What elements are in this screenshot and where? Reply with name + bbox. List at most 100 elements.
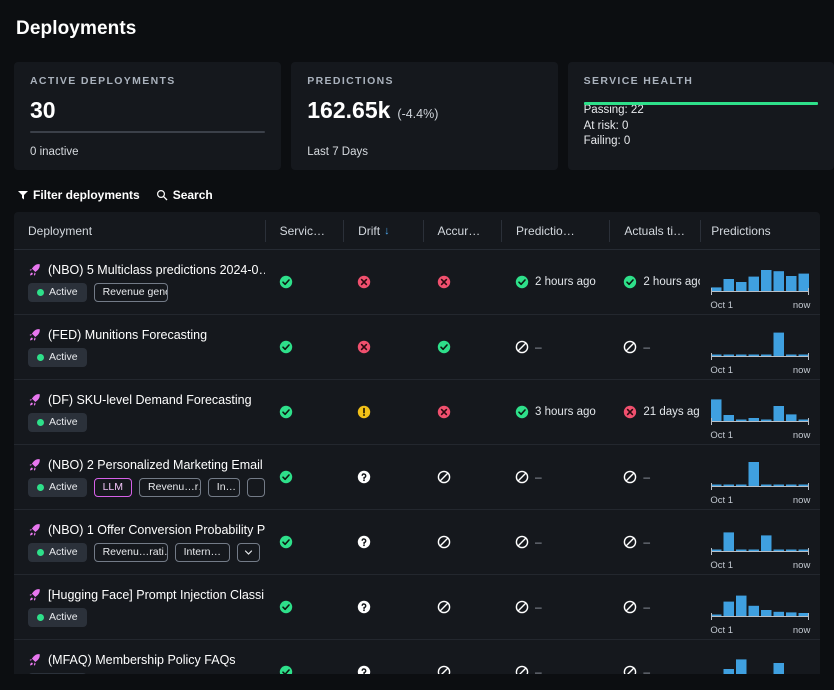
cell-accuracy[interactable] bbox=[423, 380, 501, 444]
cell-accuracy[interactable] bbox=[423, 510, 501, 574]
tag-chip-0[interactable]: Revenu…rati… bbox=[93, 542, 168, 562]
tag-chip-3[interactable] bbox=[246, 477, 265, 497]
sparkline-start-label: Oct 1 bbox=[710, 495, 734, 506]
cell-deployment: [Hugging Face] Prompt Injection Classi… … bbox=[14, 575, 265, 639]
cell-drift[interactable] bbox=[343, 575, 422, 639]
tag-chip-0[interactable]: LLM bbox=[93, 477, 133, 497]
cell-actuals-timestamp: – bbox=[609, 445, 700, 509]
actuals-timestamp: 2 hours ago bbox=[623, 275, 700, 289]
sparkline-end-label: now bbox=[792, 365, 811, 376]
cell-accuracy[interactable] bbox=[423, 640, 501, 674]
cell-deployment: (DF) SKU-level Demand Forecasting Active bbox=[14, 380, 265, 444]
predictions-timestamp: – bbox=[515, 600, 542, 614]
cell-accuracy[interactable] bbox=[423, 445, 501, 509]
rocket-icon bbox=[29, 459, 40, 471]
tag-chip-1[interactable]: Intern… bbox=[174, 542, 230, 562]
cell-service-health[interactable] bbox=[265, 380, 343, 444]
deployment-title[interactable]: (MFAQ) Membership Policy FAQs bbox=[28, 653, 265, 667]
status-chip-active[interactable]: Active bbox=[28, 542, 87, 562]
predictions-sparkline: Oct 1 now bbox=[710, 261, 810, 311]
column-header-accuracy[interactable]: Accur… bbox=[422, 219, 501, 242]
deployment-title[interactable]: (FED) Munitions Forecasting bbox=[28, 328, 265, 342]
sparkline-start-label: Oct 1 bbox=[710, 625, 734, 636]
filter-deployments-button[interactable]: Filter deployments bbox=[18, 188, 140, 202]
deployment-title[interactable]: (DF) SKU-level Demand Forecasting bbox=[28, 393, 265, 407]
cell-drift[interactable] bbox=[343, 250, 422, 314]
deployment-name: (NBO) 5 Multiclass predictions 2024-0… bbox=[48, 262, 265, 277]
tag-chip-0[interactable]: Revenue generation bbox=[93, 282, 168, 302]
column-header-service[interactable]: Servic… bbox=[264, 219, 343, 242]
table-row[interactable]: (DF) SKU-level Demand Forecasting Active… bbox=[14, 380, 820, 445]
cell-service-health[interactable] bbox=[265, 640, 343, 674]
status-chip-active[interactable]: Active bbox=[28, 282, 87, 302]
table-row[interactable]: [Hugging Face] Prompt Injection Classi… … bbox=[14, 575, 820, 640]
status-ok-icon bbox=[279, 535, 292, 549]
cell-service-health[interactable] bbox=[265, 250, 343, 314]
deployment-name: (DF) SKU-level Demand Forecasting bbox=[48, 392, 252, 407]
tag-expand-button[interactable] bbox=[236, 542, 260, 562]
cell-predictions-timestamp: – bbox=[501, 575, 609, 639]
cell-predictions-sparkline: Oct 1 now bbox=[700, 575, 820, 639]
drift-status bbox=[357, 340, 371, 354]
sort-descending-icon: ↓ bbox=[384, 224, 390, 237]
sparkline-svg bbox=[711, 462, 810, 490]
table-row[interactable]: (NBO) 2 Personalized Marketing Email … A… bbox=[14, 445, 820, 510]
table-row[interactable]: (NBO) 1 Offer Conversion Probability Pr…… bbox=[14, 510, 820, 575]
deployment-title[interactable]: [Hugging Face] Prompt Injection Classi… bbox=[28, 588, 265, 602]
cell-drift[interactable] bbox=[343, 380, 422, 444]
tag-chip-label: In… bbox=[216, 481, 237, 493]
cell-service-health[interactable] bbox=[265, 445, 343, 509]
status-chip-active[interactable]: Active bbox=[28, 477, 87, 497]
status-chip-label: Active bbox=[49, 611, 78, 623]
cell-service-health[interactable] bbox=[265, 510, 343, 574]
deployment-title[interactable]: (NBO) 2 Personalized Marketing Email … bbox=[28, 458, 265, 472]
status-chip-active[interactable]: Active bbox=[28, 347, 87, 367]
sparkline-svg bbox=[723, 659, 785, 674]
deployment-title[interactable]: (NBO) 1 Offer Conversion Probability Pr… bbox=[28, 523, 265, 537]
column-header-predictions[interactable]: Predictions bbox=[700, 219, 820, 242]
table-row[interactable]: (FED) Munitions Forecasting Active – – O… bbox=[14, 315, 820, 380]
deployment-chips: Active bbox=[28, 672, 265, 674]
status-chip-label: Active bbox=[49, 481, 78, 493]
rocket-icon bbox=[29, 589, 40, 601]
drift-status bbox=[357, 470, 371, 484]
deployment-name: [Hugging Face] Prompt Injection Classi… bbox=[48, 587, 265, 602]
cell-actuals-timestamp: 2 hours ago bbox=[609, 250, 700, 314]
table-header-row: Deployment Servic… Drift ↓ Accur… Predictio… A… bbox=[14, 212, 820, 250]
cell-service-health[interactable] bbox=[265, 575, 343, 639]
table-row[interactable]: (NBO) 5 Multiclass predictions 2024-0… A… bbox=[14, 250, 820, 315]
tag-chip-2[interactable]: In… bbox=[207, 477, 240, 497]
cell-accuracy[interactable] bbox=[423, 315, 501, 379]
deployment-name: (NBO) 2 Personalized Marketing Email … bbox=[48, 457, 265, 472]
deployment-title[interactable]: (NBO) 5 Multiclass predictions 2024-0… bbox=[28, 263, 265, 277]
column-header-label: Drift bbox=[358, 223, 381, 238]
table-row[interactable]: (MFAQ) Membership Policy FAQs Active – – bbox=[14, 640, 820, 674]
deployment-info: (NBO) 2 Personalized Marketing Email … A… bbox=[28, 458, 265, 497]
search-button[interactable]: Search bbox=[156, 188, 213, 202]
status-chip-active[interactable]: Active bbox=[28, 412, 87, 432]
cell-drift[interactable] bbox=[343, 445, 422, 509]
column-header-drift[interactable]: Drift ↓ bbox=[343, 219, 422, 242]
service-health-status bbox=[279, 535, 293, 549]
column-header-actuals_ts[interactable]: Actuals ti… bbox=[609, 219, 700, 242]
cell-accuracy[interactable] bbox=[423, 250, 501, 314]
status-chip-active[interactable]: Active bbox=[28, 672, 87, 674]
cell-drift[interactable] bbox=[343, 510, 422, 574]
status-chip-active[interactable]: Active bbox=[28, 607, 87, 627]
status-dot-icon bbox=[37, 288, 44, 296]
cell-predictions-sparkline: Oct 1 now bbox=[700, 640, 820, 674]
sparkline-svg bbox=[711, 270, 810, 295]
tag-chip-1[interactable]: Revenu…r… bbox=[139, 477, 201, 497]
cell-drift[interactable] bbox=[343, 640, 422, 674]
cell-service-health[interactable] bbox=[265, 315, 343, 379]
column-header-predictions_ts[interactable]: Predictio… bbox=[501, 219, 609, 242]
cell-accuracy[interactable] bbox=[423, 575, 501, 639]
tag-chip-label: Revenu…r… bbox=[148, 481, 200, 493]
tag-chip-label: Revenue generation bbox=[102, 286, 167, 298]
actuals-timestamp: – bbox=[623, 665, 650, 674]
predictions-timestamp: 2 hours ago bbox=[515, 275, 596, 289]
predictions-sparkline: Oct 1 now bbox=[710, 456, 810, 506]
column-header-deployment[interactable]: Deployment bbox=[14, 220, 265, 242]
card-value: 162.65k bbox=[307, 97, 391, 123]
cell-drift[interactable] bbox=[343, 315, 422, 379]
